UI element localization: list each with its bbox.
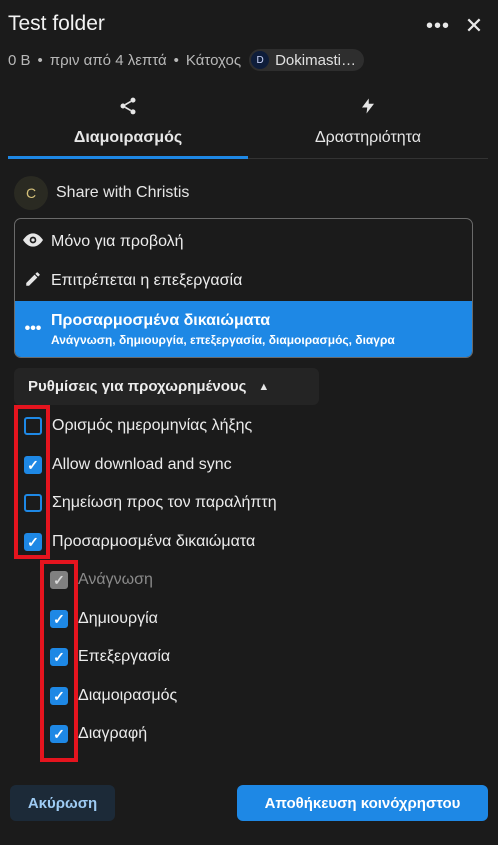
- tab-sharing[interactable]: Διαμοιρασμός: [8, 92, 248, 159]
- checkbox-label: Δημιουργία: [78, 610, 158, 627]
- checkbox-allow-download[interactable]: ✓ Allow download and sync: [24, 450, 232, 480]
- highlight-box: [40, 560, 78, 762]
- file-meta: 0 B • πριν από 4 λεπτά • Κάτοχος D Dokim…: [8, 48, 364, 72]
- tab-label: Δραστηριότητα: [314, 129, 422, 146]
- checkbox-note-to-recipient[interactable]: Σημείωση προς τον παραλήπτη: [24, 488, 277, 518]
- separator-dot: •: [37, 51, 43, 69]
- modified-time: πριν από 4 λεπτά: [49, 51, 167, 69]
- file-size: 0 B: [8, 51, 31, 69]
- more-horizontal-icon: •••: [425, 14, 450, 37]
- permission-custom[interactable]: ••• Προσαρμοσμένα δικαιώματα Ανάγνωση, δ…: [15, 301, 472, 357]
- save-share-button[interactable]: Αποθήκευση κοινόχρηστου: [237, 785, 488, 821]
- tab-activity[interactable]: Δραστηριότητα: [248, 92, 488, 158]
- checkbox-label: Διαμοιρασμός: [78, 687, 178, 704]
- cancel-button[interactable]: Ακύρωση: [10, 785, 115, 821]
- sidebar-header: Test folder ••• ✕: [8, 12, 490, 42]
- permission-view-only[interactable]: Μόνο για προβολή: [15, 223, 472, 261]
- checkbox-label: Ορισμός ημερομηνίας λήξης: [52, 417, 253, 434]
- permission-subtitle: Ανάγνωση, δημιουργία, επεξεργασία, διαμο…: [51, 332, 395, 347]
- owner-avatar: D: [251, 51, 270, 69]
- permission-can-edit[interactable]: Επιτρέπεται η επεξεργασία: [15, 262, 472, 300]
- share-recipient: C Share with Christis: [14, 176, 189, 210]
- checkbox-label: Επεξεργασία: [78, 648, 171, 665]
- permission-label: Μόνο για προβολή: [51, 233, 184, 250]
- share-icon: [8, 96, 248, 121]
- close-icon: ✕: [464, 13, 484, 38]
- folder-title: Test folder: [8, 12, 105, 35]
- close-button[interactable]: ✕: [460, 12, 488, 40]
- checkbox-label: Ανάγνωση: [78, 571, 153, 588]
- highlight-box: [14, 405, 50, 559]
- permission-label: Προσαρμοσμένα δικαιώματα: [51, 311, 271, 329]
- owner-name: Dokimasti…: [275, 51, 356, 69]
- permission-label: Επιτρέπεται η επεξεργασία: [51, 272, 243, 289]
- checkbox-custom-permissions[interactable]: ✓ Προσαρμοσμένα δικαιώματα: [24, 527, 255, 557]
- checkbox-label: Σημείωση προς τον παραλήπτη: [52, 494, 277, 511]
- pencil-icon: [15, 270, 51, 293]
- tab-label: Διαμοιρασμός: [73, 129, 183, 146]
- owner-chip[interactable]: D Dokimasti…: [249, 49, 364, 71]
- lightning-icon: [248, 96, 488, 121]
- more-horizontal-icon: •••: [24, 320, 42, 337]
- checkbox-expiration-date[interactable]: Ορισμός ημερομηνίας λήξης: [24, 411, 252, 441]
- permission-selector: Μόνο για προβολή Επιτρέπεται η επεξεργασ…: [14, 218, 473, 358]
- advanced-settings-label: Ρυθμίσεις για προχωρημένους: [28, 378, 247, 395]
- checkbox-label: Διαγραφή: [78, 725, 148, 742]
- recipient-avatar: C: [14, 176, 48, 210]
- more-options-button[interactable]: •••: [424, 12, 452, 40]
- advanced-settings-toggle[interactable]: Ρυθμίσεις για προχωρημένους ▲: [14, 368, 319, 405]
- checkbox-label: Allow download and sync: [52, 456, 232, 473]
- owner-label: Κάτοχος: [185, 51, 242, 69]
- eye-icon: [15, 232, 51, 252]
- tab-bar: Διαμοιρασμός Δραστηριότητα: [8, 92, 488, 159]
- caret-up-icon: ▲: [258, 380, 270, 393]
- checkbox-label: Προσαρμοσμένα δικαιώματα: [52, 533, 256, 550]
- separator-dot: •: [173, 51, 179, 69]
- recipient-label: Share with Christis: [56, 184, 190, 201]
